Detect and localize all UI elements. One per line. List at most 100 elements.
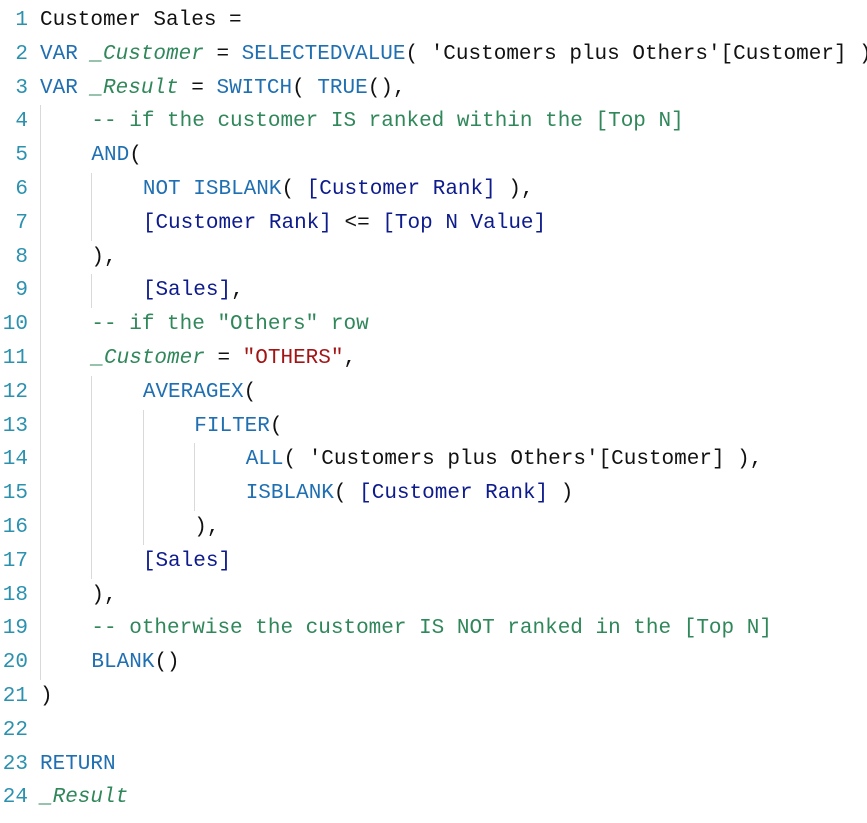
line-number: 10 [0,308,28,342]
code-line [40,714,867,748]
token-plain: ), [91,246,116,269]
indent-guide [91,545,142,579]
indent-guide [91,443,142,477]
indent-guide [40,443,91,477]
line-number: 4 [0,105,28,139]
code-line: NOT ISBLANK( [Customer Rank] ), [40,173,867,207]
dax-code-editor[interactable]: 123456789101112131415161718192021222324 … [0,0,867,823]
indent-guide [40,410,91,444]
indent-guide [40,511,91,545]
token-op: = [216,43,229,66]
code-line: BLANK() [40,646,867,680]
token-op: <= [344,212,369,235]
token-plain: ), [194,516,219,539]
token-func: BLANK [91,651,154,674]
token-plain [179,77,192,100]
indent-guide [91,511,142,545]
indent-guide [91,274,142,308]
token-plain [204,77,217,100]
code-line: AVERAGEX( [40,376,867,410]
indent-guide [194,443,245,477]
code-line: ) [40,680,867,714]
code-line: -- if the "Others" row [40,308,867,342]
line-number: 19 [0,612,28,646]
token-plain [181,178,194,201]
line-number: 18 [0,579,28,613]
code-line: [Customer Rank] <= [Top N Value] [40,207,867,241]
indent-guide [40,646,91,680]
indent-guide [40,612,91,646]
token-op: = [229,9,242,32]
indent-guide [194,477,245,511]
indent-guide [40,342,91,376]
line-number: 20 [0,646,28,680]
token-plain [370,212,383,235]
code-line: ), [40,241,867,275]
token-plain [332,212,345,235]
token-plain [204,43,217,66]
token-varname: _Customer [90,43,203,66]
token-plain: ( [334,482,359,505]
indent-guide [143,511,194,545]
indent-guide [91,207,142,241]
token-varname: _Result [90,77,178,100]
line-number: 23 [0,748,28,782]
code-line: -- if the customer IS ranked within the … [40,105,867,139]
code-line: VAR _Result = SWITCH( TRUE(), [40,72,867,106]
code-line: _Customer = "OTHERS", [40,342,867,376]
line-number: 11 [0,342,28,376]
token-comment: -- otherwise the customer IS NOT ranked … [91,617,772,640]
line-number: 6 [0,173,28,207]
indent-guide [40,477,91,511]
indent-guide [40,579,91,613]
indent-guide [40,241,91,275]
token-plain: ( [281,178,306,201]
token-op: = [217,347,230,370]
indent-guide [91,376,142,410]
token-plain: (), [368,77,406,100]
indent-guide [40,105,91,139]
code-line: [Sales], [40,274,867,308]
indent-guide [143,410,194,444]
indent-guide [40,545,91,579]
token-plain: ), [91,584,116,607]
token-plain: ), [496,178,534,201]
line-number: 9 [0,274,28,308]
token-plain: ( 'Customers plus Others'[Customer] ), [284,448,763,471]
code-line: ALL( 'Customers plus Others'[Customer] )… [40,443,867,477]
token-comment: -- if the "Others" row [91,313,368,336]
line-number: 16 [0,511,28,545]
token-plain: () [154,651,179,674]
code-line: ISBLANK( [Customer Rank] ) [40,477,867,511]
line-number: 21 [0,680,28,714]
token-func: AND [91,144,129,167]
token-keyword: VAR [40,77,78,100]
token-plain: , [231,279,244,302]
token-plain [78,77,91,100]
token-measure: [Top N Value] [382,212,546,235]
line-number: 14 [0,443,28,477]
line-number: 17 [0,545,28,579]
code-line: AND( [40,139,867,173]
token-keyword: NOT [143,178,181,201]
token-plain: ( [129,144,142,167]
line-number-gutter: 123456789101112131415161718192021222324 [0,4,36,815]
code-line: ), [40,511,867,545]
token-plain: , [344,347,357,370]
code-line: RETURN [40,748,867,782]
token-string: "OTHERS" [243,347,344,370]
token-func: ALL [246,448,284,471]
code-line: Customer Sales = [40,4,867,38]
line-number: 8 [0,241,28,275]
indent-guide [40,308,91,342]
line-number: 1 [0,4,28,38]
line-number: 24 [0,781,28,815]
line-number: 13 [0,410,28,444]
code-content[interactable]: Customer Sales = VAR _Customer = SELECTED… [36,4,867,815]
token-func: TRUE [317,77,367,100]
token-measure: [Sales] [143,279,231,302]
token-func: SELECTEDVALUE [242,43,406,66]
token-plain [205,347,218,370]
token-varname: _Customer [91,347,204,370]
token-func: ISBLANK [246,482,334,505]
